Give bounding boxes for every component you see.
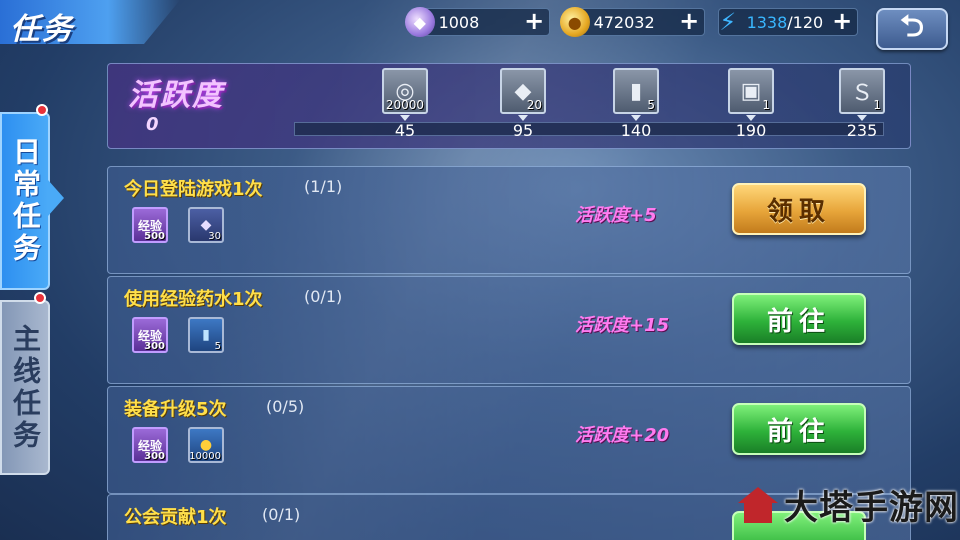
task-name: 装备升级5次 xyxy=(124,399,227,420)
task-row: 今日登陆游戏1次 (1/1) 经验 500 ◆ 30 活跃度+5 领取 xyxy=(107,166,911,274)
add-gold-button[interactable]: + xyxy=(678,9,700,33)
daily-notification-dot xyxy=(36,104,48,116)
tab-daily-tasks[interactable]: 日常任务 xyxy=(0,112,50,290)
gold-stack-icon[interactable]: ● 10000 xyxy=(188,427,224,463)
gold-value: 472032 xyxy=(593,12,655,32)
reward-qty: 30 xyxy=(208,231,221,242)
activity-title: 活跃度 xyxy=(128,78,224,113)
gem-value: 1008 xyxy=(438,12,480,32)
page-title: 任务 xyxy=(10,12,74,47)
task-activity-points: 活跃度+20 xyxy=(575,425,670,446)
watermark-text: 大塔手游网 xyxy=(784,488,959,528)
go-button[interactable]: 前往 xyxy=(732,403,866,455)
task-progress: (0/5) xyxy=(266,397,305,416)
gold-resource: ● 472032 + xyxy=(560,7,705,37)
milestone-glyph: ▣ xyxy=(740,78,762,104)
milestone: ◆ 20 95 xyxy=(498,68,548,140)
milestone-glyph: Ｓ xyxy=(850,81,873,106)
task-row: 装备升级5次 (0/5) 经验 300 ● 10000 活跃度+20 前往 xyxy=(107,386,911,494)
tab-daily-label: 日常任务 xyxy=(9,137,42,265)
energy-value: 1338/120 xyxy=(743,13,832,32)
reward-qty: 300 xyxy=(144,451,165,462)
watermark: 大塔手游网 xyxy=(736,480,959,529)
silver-coins-icon[interactable]: ◎ 20000 xyxy=(382,68,428,114)
crystal-pile-icon[interactable]: ◆ 20 xyxy=(500,68,546,114)
task-activity-points: 活跃度+5 xyxy=(575,205,657,226)
tab-main-label: 主线任务 xyxy=(9,323,42,452)
milestone-threshold: 45 xyxy=(394,121,416,140)
crystal-icon[interactable]: ◆ 30 xyxy=(188,207,224,243)
tab-main-tasks[interactable]: 主线任务 xyxy=(0,300,50,475)
coin-icon: ● xyxy=(560,7,590,37)
energy-resource: ⚡ 1338/120 + xyxy=(718,8,858,36)
milestone-qty: 1 xyxy=(873,98,881,112)
exp-icon[interactable]: 经验 300 xyxy=(132,317,168,353)
milestone: ◎ 20000 45 xyxy=(380,68,430,140)
task-activity-points: 活跃度+15 xyxy=(575,315,670,336)
back-button[interactable]: ⮌ xyxy=(876,8,948,50)
milestone-qty: 20000 xyxy=(385,98,424,112)
bolt-icon: ⚡ xyxy=(719,8,737,36)
reward-qty: 5 xyxy=(214,341,221,352)
watermark-logo-icon xyxy=(736,483,780,527)
potion-tube-icon[interactable]: ▮ 5 xyxy=(613,68,659,114)
add-gem-button[interactable]: + xyxy=(523,9,545,33)
claim-button[interactable]: 领取 xyxy=(732,183,866,235)
milestone-threshold: 190 xyxy=(735,121,767,140)
task-progress: (1/1) xyxy=(304,177,343,196)
milestone: ▮ 5 140 xyxy=(611,68,661,140)
potion-icon[interactable]: ▮ 5 xyxy=(188,317,224,353)
go-button[interactable]: 前往 xyxy=(732,293,866,345)
main-notification-dot xyxy=(34,292,46,304)
milestone: Ｓ 1 235 xyxy=(837,68,887,140)
energy-current: 1338 xyxy=(746,12,788,32)
milestone-threshold: 95 xyxy=(512,121,534,140)
reward-qty: 10000 xyxy=(189,451,221,462)
reward-label: ▮ xyxy=(202,327,210,343)
milestone-threshold: 140 xyxy=(620,121,652,140)
task-row: 使用经验药水1次 (0/1) 经验 300 ▮ 5 活跃度+15 前往 xyxy=(107,276,911,384)
energy-max: /120 xyxy=(787,12,824,32)
add-energy-button[interactable]: + xyxy=(831,9,853,33)
reward-qty: 500 xyxy=(144,231,165,242)
activity-value: 0 xyxy=(146,114,159,135)
exp-icon[interactable]: 经验 500 xyxy=(132,207,168,243)
milestone-qty: 1 xyxy=(762,98,770,112)
gem-resource: ◆ 1008 + xyxy=(405,7,550,37)
reward-qty: 300 xyxy=(144,341,165,352)
milestone-threshold: 235 xyxy=(846,121,878,140)
emblem-icon[interactable]: Ｓ 1 xyxy=(839,68,885,114)
milestone: ▣ 1 190 xyxy=(726,68,776,140)
treasure-chest-icon[interactable]: ▣ 1 xyxy=(728,68,774,114)
task-name: 今日登陆游戏1次 xyxy=(124,179,263,200)
milestone-glyph: ▮ xyxy=(629,78,643,104)
activity-panel: 活跃度 0 ◎ 20000 45 ◆ 20 95 ▮ 5 140 ▣ 1 190 xyxy=(107,63,911,149)
task-name: 使用经验药水1次 xyxy=(124,289,263,310)
task-name: 公会贡献1次 xyxy=(124,507,227,528)
task-progress: (0/1) xyxy=(262,505,301,524)
milestone-qty: 20 xyxy=(526,98,542,112)
milestone-qty: 5 xyxy=(647,98,655,112)
task-progress: (0/1) xyxy=(304,287,343,306)
gem-icon: ◆ xyxy=(405,7,435,37)
exp-icon[interactable]: 经验 300 xyxy=(132,427,168,463)
active-tab-arrow-icon xyxy=(48,180,64,216)
back-arrow-icon: ⮌ xyxy=(899,8,925,44)
